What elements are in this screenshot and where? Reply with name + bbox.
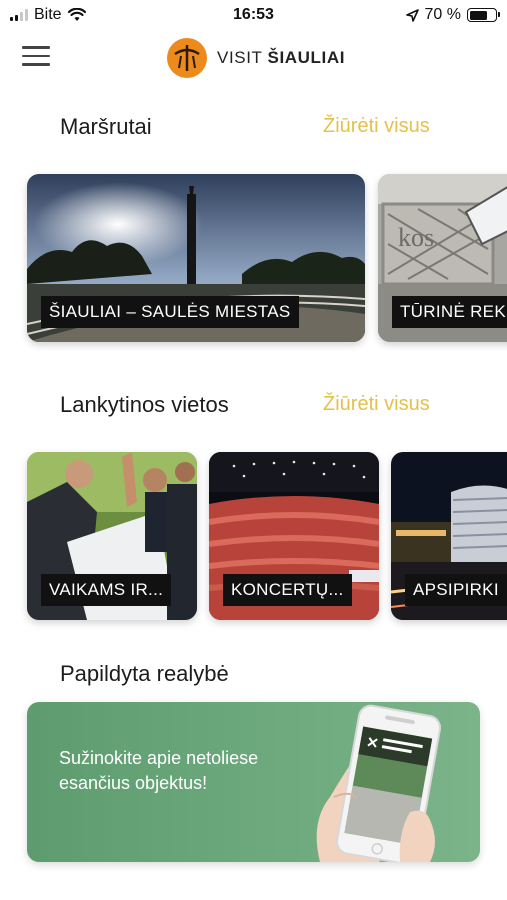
battery-percent: 70 % — [424, 6, 461, 23]
ar-title: Papildyta realybė — [60, 661, 229, 686]
svg-text:kos: kos — [398, 223, 434, 252]
place-card-label: KONCERTŲ... — [223, 574, 352, 606]
places-title: Lankytinos vietos — [60, 392, 229, 417]
brand-prefix: VISIT — [217, 48, 263, 67]
brand[interactable]: VISIT ŠIAULIAI — [167, 38, 345, 78]
route-card-saules-miestas[interactable]: ŠIAULIAI – SAULĖS MIESTAS — [27, 174, 365, 342]
location-arrow-icon — [405, 8, 419, 22]
top-nav: VISIT ŠIAULIAI — [0, 30, 507, 86]
ar-banner[interactable]: Sužinokite apie netoliese esančius objek… — [27, 702, 480, 862]
route-card-label: TŪRINĖ REK — [392, 296, 507, 328]
menu-icon[interactable] — [22, 46, 50, 68]
visit-siauliai-logo — [167, 38, 207, 78]
place-card-label: VAIKAMS IR... — [41, 574, 172, 606]
brand-name: ŠIAULIAI — [267, 48, 346, 67]
status-bar: Bite 16:53 70 % — [0, 0, 507, 30]
route-card-label: ŠIAULIAI – SAULĖS MIESTAS — [41, 296, 299, 328]
route-card-turine-reklama[interactable]: kos TŪRINĖ REK — [378, 174, 507, 342]
status-right: 70 % — [405, 6, 500, 24]
place-card-apsipirkimas[interactable]: APSIPIRKI — [391, 452, 507, 620]
brand-title: VISIT ŠIAULIAI — [217, 48, 345, 68]
place-card-vaikams[interactable]: VAIKAMS IR... — [27, 452, 197, 620]
battery-icon — [467, 8, 500, 22]
routes-title: Maršrutai — [60, 114, 152, 139]
routes-see-all-link[interactable]: Žiūrėti visus — [323, 115, 430, 138]
phone-in-hand-illustration — [316, 704, 441, 862]
place-card-label: APSIPIRKI — [405, 574, 507, 606]
ar-description: Sužinokite apie netoliese esančius objek… — [59, 748, 259, 793]
place-card-koncertu[interactable]: KONCERTŲ... — [209, 452, 379, 620]
places-see-all-link[interactable]: Žiūrėti visus — [323, 393, 430, 416]
battery-fill — [469, 10, 487, 20]
